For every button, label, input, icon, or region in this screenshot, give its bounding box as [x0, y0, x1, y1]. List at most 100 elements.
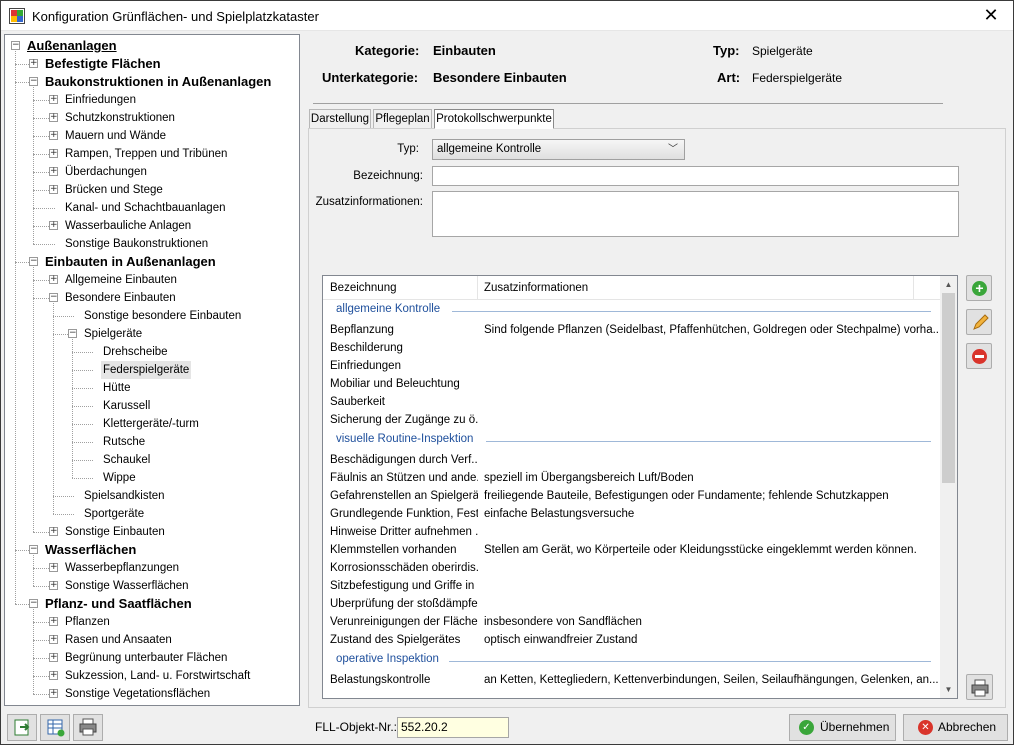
edit-button[interactable] [966, 309, 992, 335]
cell-bezeichnung: Hinweise Dritter aufnehmen ... [330, 526, 478, 538]
expand-icon[interactable]: + [49, 653, 58, 662]
expand-icon[interactable]: + [49, 131, 58, 140]
tree-node[interactable]: Kanal- und Schachtbauanlagen [5, 199, 299, 217]
print-grid-button[interactable] [966, 674, 993, 700]
tree-node[interactable]: + Mauern und Wände [5, 127, 299, 145]
tree-node[interactable]: + Überdachungen [5, 163, 299, 181]
group-header[interactable]: visuelle Routine-Inspektion [336, 433, 473, 451]
tree-node[interactable]: Schaukel [5, 451, 299, 469]
scroll-down-icon[interactable]: ▼ [940, 681, 957, 698]
tree-node[interactable]: + Sonstige Einbauten [5, 523, 299, 541]
collapse-icon[interactable]: − [11, 41, 20, 50]
zusatzinformationen-input[interactable] [432, 191, 959, 237]
fll-objekt-field[interactable]: 552.20.2 [397, 717, 509, 738]
delete-button[interactable] [966, 343, 992, 369]
expand-icon[interactable]: + [49, 581, 58, 590]
tree-node[interactable]: − Baukonstruktionen in Außenanlagen [5, 73, 299, 91]
expand-icon[interactable]: + [49, 617, 58, 626]
tree-node[interactable]: − Spielgeräte [5, 325, 299, 343]
category-tree[interactable]: − Außenanlagen + Befestigte Flächen − Baukons… [4, 34, 300, 706]
tree-node[interactable]: + Befestigte Flächen [5, 55, 299, 73]
protocol-grid[interactable]: Bezeichnung Zusatzinformationen allgemei… [322, 275, 958, 699]
collapse-icon[interactable]: − [49, 293, 58, 302]
close-icon[interactable]: ✕ [969, 1, 1013, 30]
expand-icon[interactable]: + [49, 185, 58, 194]
new-table-button[interactable] [40, 714, 70, 741]
tree-node[interactable]: + Brücken und Stege [5, 181, 299, 199]
scroll-thumb[interactable] [942, 293, 955, 483]
tree-node[interactable]: Drehscheibe [5, 343, 299, 361]
cell-zusatzinformationen: an Ketten, Kettegliedern, Kettenverbindu… [484, 674, 939, 686]
tree-node[interactable]: − Außenanlagen [5, 37, 299, 55]
expand-icon[interactable]: + [49, 527, 58, 536]
typ-field-label: Typ: [397, 143, 419, 155]
export-button[interactable] [7, 714, 37, 741]
collapse-icon[interactable]: − [68, 329, 77, 338]
expand-icon[interactable]: + [49, 95, 58, 104]
tab-darstellung[interactable]: Darstellung [309, 109, 371, 128]
collapse-icon[interactable]: − [29, 77, 38, 86]
ok-button[interactable]: ✓ Übernehmen [789, 714, 896, 741]
tree-node[interactable]: Federspielgeräte [5, 361, 299, 379]
expand-icon[interactable]: + [49, 635, 58, 644]
tree-node[interactable]: + Allgemeine Einbauten [5, 271, 299, 289]
expand-icon[interactable]: + [49, 149, 58, 158]
tree-node[interactable]: Spielsandkisten [5, 487, 299, 505]
typ-select[interactable]: allgemeine Kontrolle ﹀ [432, 139, 685, 160]
collapse-icon[interactable]: − [29, 545, 38, 554]
expand-icon[interactable]: + [49, 689, 58, 698]
print-button[interactable] [73, 714, 103, 741]
tab-protokollschwerpunkte[interactable]: Protokollschwerpunkte [434, 109, 554, 129]
tree-node[interactable]: Sonstige Baukonstruktionen [5, 235, 299, 253]
tree-node[interactable]: + Rasen und Ansaaten [5, 631, 299, 649]
tree-node[interactable]: Wippe [5, 469, 299, 487]
group-header[interactable]: operative Inspektion [336, 653, 439, 671]
tree-guide [33, 87, 34, 244]
cancel-button[interactable]: ✕ Abbrechen [903, 714, 1008, 741]
collapse-icon[interactable]: − [29, 599, 38, 608]
window-title: Konfiguration Grünflächen- und Spielplat… [32, 9, 319, 24]
expand-icon[interactable]: + [49, 221, 58, 230]
expand-icon[interactable]: + [49, 113, 58, 122]
scroll-up-icon[interactable]: ▲ [940, 276, 957, 293]
tree-node[interactable]: + Sonstige Vegetationsflächen [5, 685, 299, 703]
grid-scrollbar[interactable]: ▲ ▼ [940, 276, 957, 698]
tree-node[interactable]: Rutsche [5, 433, 299, 451]
tree-node[interactable]: Klettergeräte/-turm [5, 415, 299, 433]
tree-node[interactable]: − Pflanz- und Saatflächen [5, 595, 299, 613]
tree-node[interactable]: + Pflanzen [5, 613, 299, 631]
tree-node[interactable]: Sonstige besondere Einbauten [5, 307, 299, 325]
bezeichnung-input[interactable] [432, 166, 959, 186]
expand-icon[interactable]: + [49, 275, 58, 284]
tree-node[interactable]: − Einbauten in Außenanlagen [5, 253, 299, 271]
tree-connector [33, 244, 55, 245]
tree-node[interactable]: + Rampen, Treppen und Tribünen [5, 145, 299, 163]
tree-node[interactable]: Sportgeräte [5, 505, 299, 523]
column-header-zusatzinformationen[interactable]: Zusatzinformationen [484, 282, 588, 294]
tree-node[interactable]: + Begrünung unterbauter Flächen [5, 649, 299, 667]
print-icon [971, 679, 989, 697]
add-button[interactable]: + [966, 275, 992, 301]
expand-icon[interactable]: + [29, 59, 38, 68]
column-header-bezeichnung[interactable]: Bezeichnung [330, 282, 397, 294]
tree-node[interactable]: + Sonstige Wasserflächen [5, 577, 299, 595]
tree-node-label: Sonstige Vegetationsflächen [65, 688, 211, 700]
tree-node[interactable]: + Wasserbepflanzungen [5, 559, 299, 577]
expand-icon[interactable]: + [49, 563, 58, 572]
tree-node[interactable]: Hütte [5, 379, 299, 397]
cell-bezeichnung: Zustand des Spielgerätes [330, 634, 461, 646]
tree-node[interactable]: Karussell [5, 397, 299, 415]
tree-node-label: Pflanzen [65, 616, 110, 628]
expand-icon[interactable]: + [49, 671, 58, 680]
tree-node-label: Wasserflächen [45, 542, 137, 557]
expand-icon[interactable]: + [49, 167, 58, 176]
tree-node[interactable]: − Besondere Einbauten [5, 289, 299, 307]
tree-node[interactable]: + Sukzession, Land- u. Forstwirtschaft [5, 667, 299, 685]
tree-node[interactable]: + Einfriedungen [5, 91, 299, 109]
tree-node[interactable]: + Schutzkonstruktionen [5, 109, 299, 127]
tree-node[interactable]: + Wasserbauliche Anlagen [5, 217, 299, 235]
group-header[interactable]: allgemeine Kontrolle [336, 303, 440, 321]
tree-node[interactable]: − Wasserflächen [5, 541, 299, 559]
tab-pflegeplan[interactable]: Pflegeplan [373, 109, 432, 128]
collapse-icon[interactable]: − [29, 257, 38, 266]
